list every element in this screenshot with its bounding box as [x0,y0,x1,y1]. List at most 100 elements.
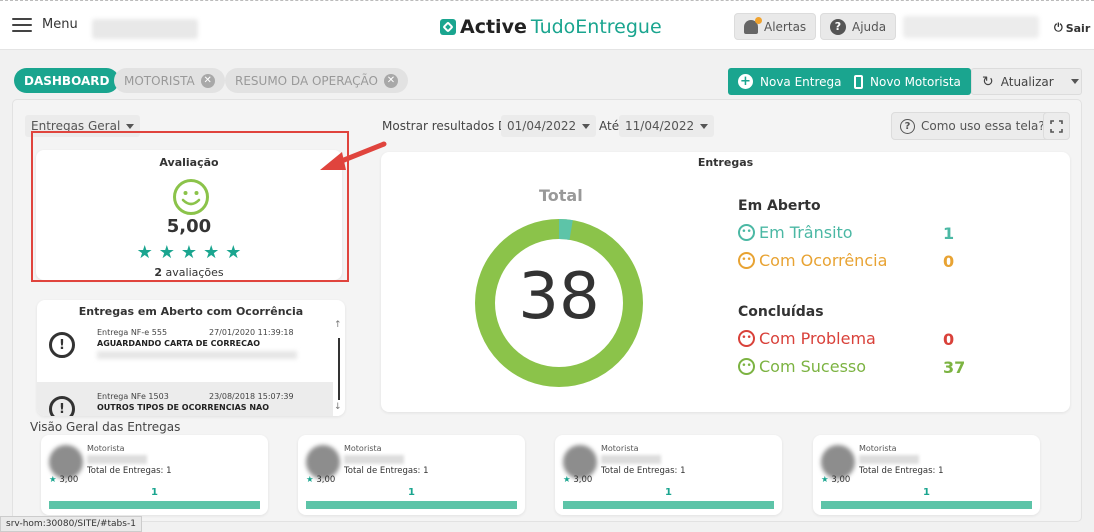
driver-progress-bar [49,501,260,509]
driver-label: Motorista [601,444,639,453]
new-delivery-button[interactable]: + Nova Entrega [728,68,852,95]
driver-card[interactable]: Motorista Total de Entregas: 1 ★ 3,00 1 [555,435,782,515]
driver-card[interactable]: Motorista Total de Entregas: 1 ★ 3,00 1 [813,435,1040,515]
close-icon[interactable]: ✕ [200,73,215,88]
driver-delivery-count: 1 [151,487,158,498]
with-problem-value: 0 [943,330,955,349]
overview-title: Visão Geral das Entregas [30,420,181,434]
chevron-down-icon [582,123,591,129]
question-icon: ? [900,118,915,134]
avatar [821,445,855,479]
notification-dot [755,16,762,24]
avatar [49,445,83,479]
logo-mark-icon [440,19,456,35]
blurred-driver-name [601,455,661,464]
occurrences-card: Entregas em Aberto com Ocorrência ! Entr… [37,300,345,416]
in-transit-row[interactable]: •• Em Trânsito [738,223,853,242]
logo-text-bold: Active [460,16,527,38]
star-icon: ★ [821,475,829,485]
menu-label: Menu [42,17,78,32]
tab-resumo-operacao[interactable]: RESUMO DA OPERAÇÃO ✕ [225,68,408,93]
logout-label: Sair [1065,21,1091,35]
neutral-face-icon: •• [738,224,755,241]
chevron-down-icon [126,123,135,129]
in-transit-value: 1 [943,224,955,243]
occurrence-ref: Entrega NF-e 555 [97,328,168,337]
star-icon: ★ [306,475,314,485]
smiley-icon: •• [738,358,755,375]
progress-fill [821,501,1032,509]
occurrence-status: AGUARDANDO CARTA DE CORRECAO [97,339,260,348]
help-button[interactable]: ? Ajuda [820,13,897,40]
driver-rating-value: 3,00 [316,475,336,485]
date-from-value: 01/04/2022 [507,119,577,133]
driver-progress-bar [563,501,774,509]
driver-rating: ★ 3,00 [306,475,335,485]
chevron-up-icon[interactable]: ↑ [334,320,342,330]
avatar [306,445,340,479]
driver-rating: ★ 3,00 [49,475,78,485]
date-to-select[interactable]: 11/04/2022 [619,115,715,137]
refresh-button[interactable]: ↻ Atualizar [971,68,1082,95]
date-from-select[interactable]: 01/04/2022 [501,115,597,137]
sad-face-icon: •• [738,330,755,347]
occurrence-datetime: 23/08/2018 15:07:39 [209,392,294,401]
bell-icon [744,16,762,34]
chevron-down-icon[interactable]: ↓ [334,402,342,412]
question-icon: ? [830,18,846,35]
in-transit-label: Em Trânsito [759,223,853,242]
driver-total: Total de Entregas: 1 [859,466,944,476]
with-problem-label: Com Problema [759,329,876,348]
power-icon: ⏻ [1054,21,1063,34]
blurred-detail [97,351,297,359]
with-occurrence-row[interactable]: •• Com Ocorrência [738,251,887,270]
tab-label: DASHBOARD [24,73,110,88]
occurrences-title: Entregas em Aberto com Ocorrência [78,305,304,318]
logout-button[interactable]: ⏻ Sair [1054,21,1090,35]
with-occurrence-value: 0 [943,252,955,271]
list-item[interactable]: ! Entrega NFe 1503 23/08/2018 15:07:39 O… [37,382,333,416]
history-alert-icon: ! [49,396,75,416]
deliveries-card: Entregas Total 38 Em Aberto •• Em Trânsi… [381,152,1070,412]
app-logo: Active TudoEntregue [440,16,662,38]
fullscreen-icon [1050,119,1063,133]
new-driver-button[interactable]: Novo Motorista [844,68,971,95]
close-icon[interactable]: ✕ [383,73,398,88]
progress-fill [306,501,517,509]
driver-total: Total de Entregas: 1 [344,466,429,476]
driver-total: Total de Entregas: 1 [87,466,172,476]
avatar [563,445,597,479]
scrollbar[interactable]: ↑ ↓ [333,320,345,416]
tab-dashboard[interactable]: DASHBOARD [14,68,120,93]
with-occurrence-label: Com Ocorrência [759,251,888,270]
success-row[interactable]: •• Com Sucesso [738,357,866,376]
new-delivery-label: Nova Entrega [760,74,842,89]
tab-motorista[interactable]: MOTORISTA ✕ [114,68,225,93]
driver-rating-value: 3,00 [59,475,79,485]
driver-rating-value: 3,00 [831,475,851,485]
with-problem-row[interactable]: •• Com Problema [738,329,876,348]
driver-card[interactable]: Motorista Total de Entregas: 1 ★ 3,00 1 [298,435,525,515]
refresh-label: Atualizar [1000,74,1054,89]
occurrence-ref: Entrega NFe 1503 [97,392,169,401]
done-section-title: Concluídas [738,304,824,320]
driver-total: Total de Entregas: 1 [601,466,686,476]
highlight-box [31,131,349,282]
driver-card[interactable]: Motorista Total de Entregas: 1 ★ 3,00 1 [41,435,268,515]
total-label: Total [539,186,583,205]
success-value: 37 [943,358,966,377]
alerts-button[interactable]: Alertas [734,13,817,40]
chevron-down-icon [1070,79,1079,84]
list-item[interactable]: ! Entrega NF-e 555 27/01/2020 11:39:18 A… [37,320,333,382]
howto-button[interactable]: ? Como uso essa tela? [891,112,1054,140]
open-section-title: Em Aberto [738,198,821,214]
top-bar: Menu Active TudoEntregue Alertas ? Ajuda… [0,0,1094,50]
sad-face-icon: •• [738,252,755,269]
menu-button[interactable]: Menu [12,17,78,32]
fullscreen-button[interactable] [1043,112,1070,140]
driver-rating: ★ 3,00 [563,475,592,485]
scrollbar-thumb[interactable] [338,338,340,400]
until-label: Até [599,119,620,133]
blurred-account-name [903,16,1039,38]
driver-delivery-count: 1 [923,487,930,498]
